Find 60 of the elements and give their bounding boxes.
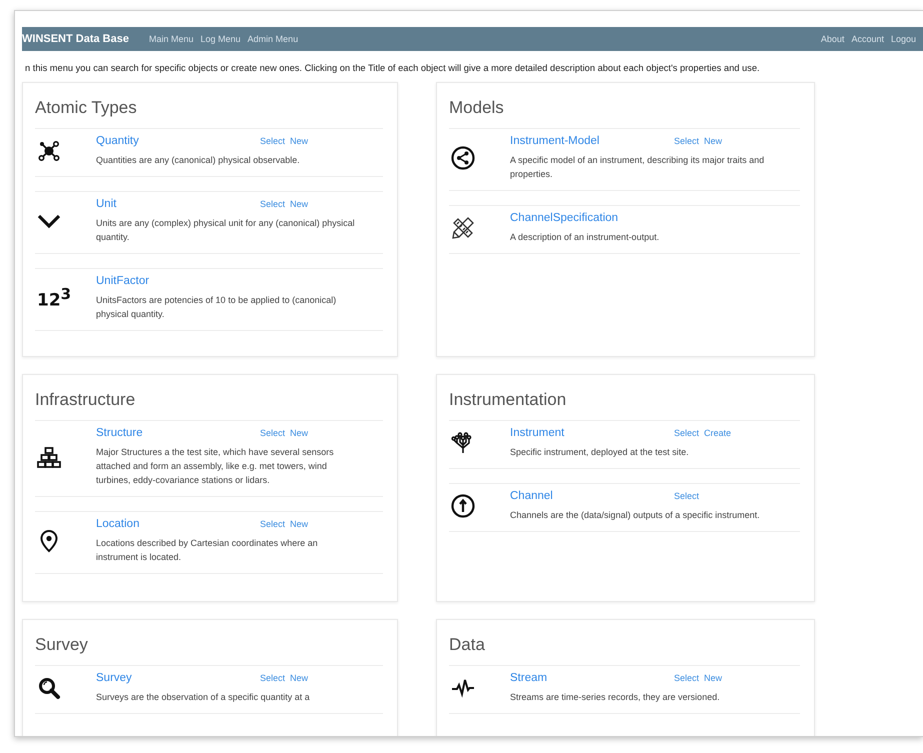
- action-link[interactable]: New: [290, 198, 308, 209]
- brand-link[interactable]: WINSENT Data Base: [22, 33, 129, 45]
- action-link[interactable]: Select: [674, 673, 700, 683]
- action-link[interactable]: Select: [260, 136, 286, 146]
- arrow-up-circle-icon: [451, 494, 475, 518]
- action-link[interactable]: New: [290, 673, 308, 683]
- object-description: Locations described by Cartesian coordinates where an instrument is located.: [96, 536, 319, 564]
- object-title-link[interactable]: Survey: [96, 672, 260, 684]
- object-title-link[interactable]: Structure: [96, 427, 260, 439]
- object-title-link[interactable]: Unit: [96, 198, 260, 210]
- hierarchy-icon: [37, 445, 61, 470]
- nav-link[interactable]: Log Menu: [200, 34, 241, 44]
- object-title-link[interactable]: Location: [96, 518, 260, 530]
- action-link[interactable]: Create: [704, 428, 732, 438]
- action-link[interactable]: Select: [260, 518, 286, 529]
- nav-link[interactable]: About: [820, 34, 844, 44]
- action-link[interactable]: New: [290, 518, 308, 529]
- nav-link[interactable]: Logou: [890, 34, 916, 44]
- object-title-link[interactable]: Quantity: [96, 135, 260, 147]
- object-title-link[interactable]: Stream: [510, 672, 674, 684]
- object-description: Major Structures a the test site, which have several sensors attached and form an assembly, like e.g. met towers, wind turbines, eddy-covariance stations or lidars.: [96, 446, 335, 487]
- section-title: Atomic Types: [35, 98, 138, 118]
- object-description: Quantities are any (canonical) physical observable.: [96, 154, 301, 167]
- nav-link[interactable]: Account: [851, 34, 884, 44]
- object-description: Units are any (complex) physical unit for any (canonical) physical quantity.: [96, 216, 356, 244]
- quantity-icon: [37, 139, 61, 164]
- object-description: A description of an instrument-output.: [510, 230, 660, 244]
- object-title-link[interactable]: Channel: [510, 490, 674, 502]
- share-icon: [451, 146, 475, 170]
- action-link[interactable]: Select: [674, 136, 700, 146]
- section-title: Data: [449, 635, 486, 655]
- action-link[interactable]: New: [704, 673, 722, 683]
- section-title: Infrastructure: [35, 390, 136, 410]
- section-title: Models: [449, 98, 505, 118]
- action-link[interactable]: New: [290, 136, 308, 146]
- action-link[interactable]: Select: [674, 428, 700, 438]
- action-link[interactable]: New: [704, 136, 722, 146]
- object-description: Specific instrument, deployed at the test site.: [510, 446, 690, 459]
- intro-text: n this menu you can search for specific objects or create new ones. Clicking on the Title of each object will give a more detailed description about each object's properties and use.: [25, 63, 761, 73]
- section-title: Survey: [35, 635, 89, 655]
- object-description: Channels are the (data/signal) outputs of a specific instrument.: [510, 508, 761, 522]
- object-title-link[interactable]: Instrument-Model: [510, 135, 674, 147]
- ruler-pencil-icon: [451, 216, 475, 240]
- action-link[interactable]: Select: [260, 198, 286, 209]
- object-description: Streams are time-series records, they are versioned.: [510, 691, 721, 704]
- object-description: Surveys are the observation of a specific quantity at a: [96, 691, 311, 704]
- object-title-link[interactable]: Instrument: [510, 427, 674, 439]
- section-title: Instrumentation: [449, 390, 568, 410]
- action-link[interactable]: Select: [674, 490, 700, 501]
- object-title-link[interactable]: UnitFactor: [96, 274, 260, 287]
- action-link[interactable]: New: [290, 428, 308, 438]
- object-description: UnitsFactors are potencies of 10 to be applied to (canonical) physical quantity.: [96, 294, 338, 321]
- nav-link[interactable]: Admin Menu: [248, 34, 298, 44]
- object-title-link[interactable]: ChannelSpecification: [510, 212, 674, 224]
- nav-link[interactable]: Main Menu: [148, 34, 194, 44]
- object-description: A specific model of an instrument, describing its major traits and properties.: [510, 154, 766, 181]
- numbers-icon: 12$^{3}$: [37, 286, 72, 310]
- action-link[interactable]: Select: [260, 428, 286, 438]
- action-link[interactable]: Select: [260, 673, 286, 683]
- search-icon: [37, 676, 61, 700]
